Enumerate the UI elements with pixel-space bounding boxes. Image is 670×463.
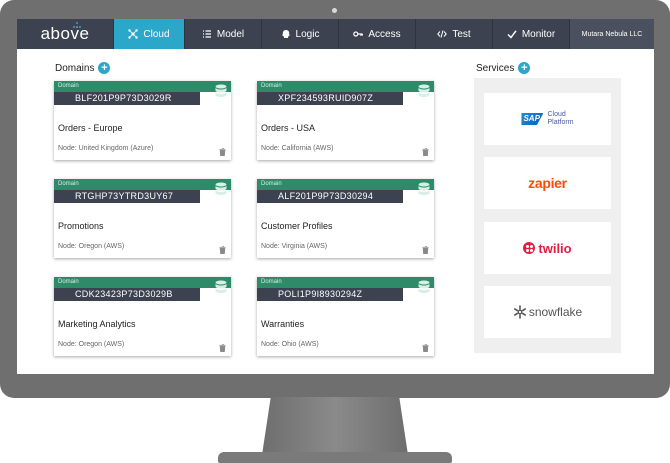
account-name: Mutara Nebula LLC bbox=[581, 30, 643, 38]
tab-label: Test bbox=[452, 28, 471, 40]
camera bbox=[332, 8, 337, 13]
cloud-network-icon bbox=[128, 29, 139, 39]
database-icon bbox=[215, 84, 227, 97]
domain-node: Node: Oregon (AWS) bbox=[58, 341, 125, 348]
database-icon bbox=[215, 182, 227, 195]
domain-node: Node: California (AWS) bbox=[261, 145, 334, 152]
list-icon bbox=[202, 30, 211, 38]
domain-name: Orders - Europe bbox=[58, 123, 123, 133]
top-nav: above Cloud Model Logic Access Test Moni… bbox=[17, 19, 654, 49]
snowflake-icon bbox=[513, 305, 526, 319]
zapier-logo: zapier bbox=[528, 175, 567, 191]
domain-card[interactable]: Domain RTGHP73YTRD3UY67 Promotions Node:… bbox=[54, 179, 231, 258]
key-icon bbox=[353, 31, 364, 37]
database-icon bbox=[418, 182, 430, 195]
tab-label: Monitor bbox=[521, 28, 556, 40]
domains-title: Domains bbox=[55, 62, 95, 74]
card-tag: Domain bbox=[257, 277, 434, 288]
sap-label-line2: Platform bbox=[547, 119, 574, 126]
service-zapier[interactable]: zapier bbox=[484, 157, 611, 209]
domain-card[interactable]: Domain BLF201P9P73D3029R Orders - Europe… bbox=[54, 81, 231, 160]
domain-card[interactable]: Domain CDK23423P73D3029B Marketing Analy… bbox=[54, 277, 231, 356]
logo-text: above bbox=[40, 24, 90, 43]
tab-logic[interactable]: Logic bbox=[261, 19, 338, 49]
add-domain-button[interactable]: + bbox=[98, 62, 111, 74]
tab-label: Cloud bbox=[143, 28, 170, 40]
domains-header: Domains + bbox=[55, 62, 111, 74]
sap-label-line1: Cloud bbox=[547, 111, 566, 118]
card-tag: Domain bbox=[257, 81, 434, 92]
tab-model[interactable]: Model bbox=[184, 19, 261, 49]
monitor-base bbox=[218, 452, 452, 463]
database-icon bbox=[418, 84, 430, 97]
brain-icon bbox=[282, 30, 290, 38]
domain-node: Node: Oregon (AWS) bbox=[58, 243, 125, 250]
trash-icon[interactable] bbox=[219, 246, 226, 254]
database-icon bbox=[418, 280, 430, 293]
snowflake-logo: snowflake bbox=[513, 305, 582, 319]
tab-test[interactable]: Test bbox=[415, 19, 492, 49]
twilio-wordmark: twilio bbox=[538, 240, 572, 256]
domain-node: Node: Virginia (AWS) bbox=[261, 243, 328, 250]
card-tag: Domain bbox=[257, 179, 434, 190]
tab-access[interactable]: Access bbox=[338, 19, 415, 49]
card-tag: Domain bbox=[54, 179, 231, 190]
domain-card[interactable]: Domain XPF234593RUID907Z Orders - USA No… bbox=[257, 81, 434, 160]
domain-name: Warranties bbox=[261, 319, 305, 329]
domain-id: RTGHP73YTRD3UY67 bbox=[54, 190, 200, 203]
domain-id: BLF201P9P73D3029R bbox=[54, 92, 200, 105]
service-snowflake[interactable]: snowflake bbox=[484, 286, 611, 338]
logo-mark-icon bbox=[73, 22, 81, 28]
services-header: Services + bbox=[476, 62, 531, 74]
domain-card[interactable]: Domain POLI1P9I8930294Z Warranties Node:… bbox=[257, 277, 434, 356]
domain-id: POLI1P9I8930294Z bbox=[257, 288, 403, 301]
twilio-logo: twilio bbox=[523, 240, 572, 256]
domain-id: XPF234593RUID907Z bbox=[257, 92, 403, 105]
database-icon bbox=[215, 280, 227, 293]
card-tag: Domain bbox=[54, 81, 231, 92]
code-icon bbox=[437, 30, 448, 38]
tab-label: Model bbox=[216, 28, 245, 40]
domain-name: Customer Profiles bbox=[261, 221, 333, 231]
monitor: above Cloud Model Logic Access Test Moni… bbox=[0, 0, 670, 463]
domain-card[interactable]: Domain ALF201P9P73D30294 Customer Profil… bbox=[257, 179, 434, 258]
monitor-bezel: above Cloud Model Logic Access Test Moni… bbox=[0, 0, 670, 398]
domain-name: Promotions bbox=[58, 221, 104, 231]
logo[interactable]: above bbox=[17, 19, 113, 49]
domain-name: Marketing Analytics bbox=[58, 319, 136, 329]
monitor-stand bbox=[262, 397, 408, 455]
service-twilio[interactable]: twilio bbox=[484, 222, 611, 274]
domain-id: CDK23423P73D3029B bbox=[54, 288, 200, 301]
domain-id: ALF201P9P73D30294 bbox=[257, 190, 403, 203]
add-service-button[interactable]: + bbox=[518, 62, 531, 74]
service-sap-cloud-platform[interactable]: SAP Cloud Platform bbox=[484, 93, 611, 145]
tab-cloud[interactable]: Cloud bbox=[113, 19, 184, 49]
domain-node: Node: Ohio (AWS) bbox=[261, 341, 319, 348]
trash-icon[interactable] bbox=[422, 246, 429, 254]
domain-node: Node: United Kingdom (Azure) bbox=[58, 145, 154, 152]
domain-name: Orders - USA bbox=[261, 123, 316, 133]
screen: above Cloud Model Logic Access Test Moni… bbox=[17, 19, 654, 374]
account-menu[interactable]: Mutara Nebula LLC bbox=[569, 19, 654, 49]
twilio-icon bbox=[523, 242, 536, 254]
services-title: Services bbox=[476, 62, 515, 74]
tab-monitor[interactable]: Monitor bbox=[492, 19, 569, 49]
trash-icon[interactable] bbox=[422, 344, 429, 352]
sap-mark: SAP bbox=[521, 113, 544, 125]
trash-icon[interactable] bbox=[422, 148, 429, 156]
snowflake-wordmark: snowflake bbox=[528, 305, 583, 319]
card-tag: Domain bbox=[54, 277, 231, 288]
sap-logo: SAP Cloud Platform bbox=[521, 111, 574, 127]
sap-label: Cloud Platform bbox=[547, 111, 573, 127]
tab-label: Access bbox=[368, 28, 401, 40]
services-panel: SAP Cloud Platform zapier twilio snowfla… bbox=[474, 78, 621, 353]
trash-icon[interactable] bbox=[219, 148, 226, 156]
trash-icon[interactable] bbox=[219, 344, 226, 352]
check-icon bbox=[507, 30, 517, 39]
tab-label: Logic bbox=[295, 28, 320, 40]
